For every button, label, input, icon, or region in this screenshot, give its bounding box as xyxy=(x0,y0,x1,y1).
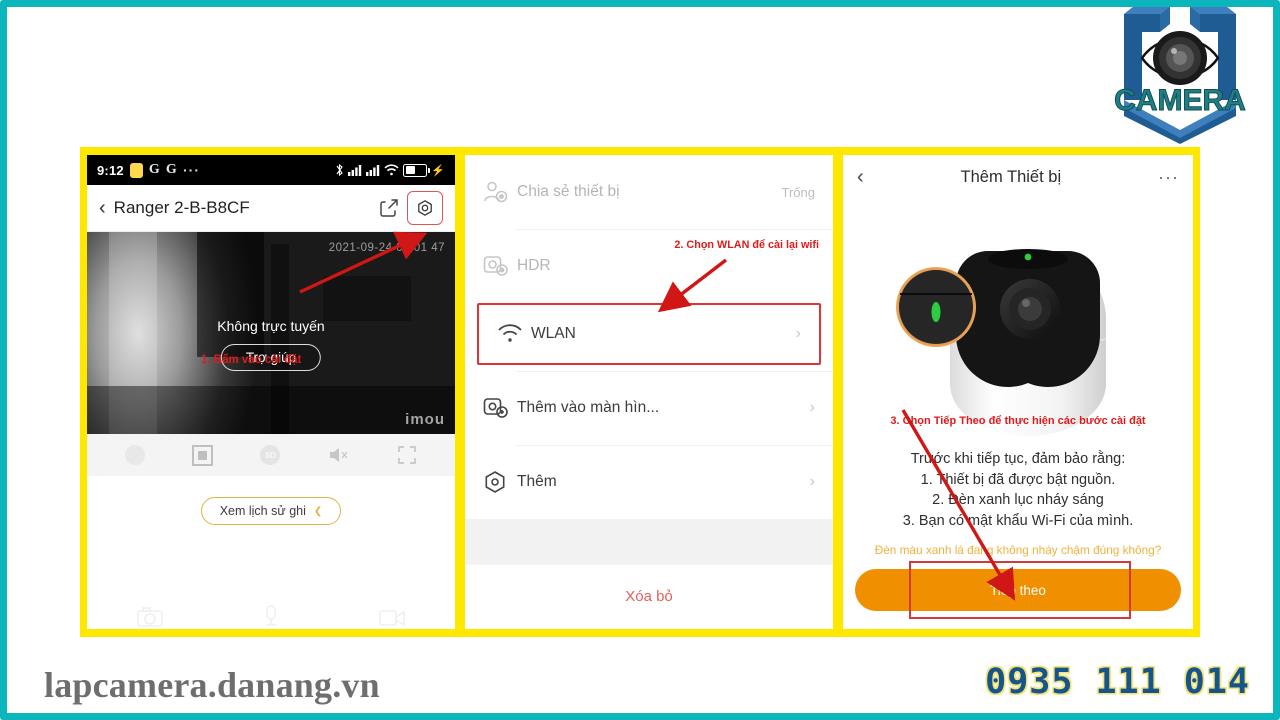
instruction-line: Trước khi tiếp tục, đảm bảo rằng: xyxy=(910,451,1126,467)
screenshot-triptych: 9:12 G G ··· ⚡ ‹ Ranger 2-B-B8CF 2021-09… xyxy=(80,147,1200,637)
share-icon[interactable] xyxy=(379,198,399,218)
add-to-home-icon xyxy=(483,397,517,419)
eye-icon xyxy=(1140,31,1220,85)
status-time: 9:12 xyxy=(97,162,124,178)
mute-speaker-icon[interactable] xyxy=(328,446,350,464)
instruction-line: 2. Đèn xanh lục nháy sáng xyxy=(932,492,1104,509)
row-label: Chia sẻ thiết bị xyxy=(517,183,620,200)
google-icon: G xyxy=(148,162,160,177)
led-question-link[interactable]: Đèn màu xanh lá đang không nháy chậm đún… xyxy=(843,543,1193,557)
annotation-step-2: 2. Chọn WLAN để cài lại wifi xyxy=(674,239,819,251)
next-button-highlight xyxy=(909,561,1131,620)
delete-device-button[interactable]: Xóa bỏ xyxy=(465,565,833,627)
brand-logo: CAMERA xyxy=(1098,4,1262,144)
settings-list: Chia sẻ thiết bị Trống HDR WLAN › Thêm v… xyxy=(465,155,833,519)
google-icon: G xyxy=(165,162,178,177)
fullscreen-icon[interactable] xyxy=(397,445,417,465)
settings-row-add-to-home[interactable]: Thêm vào màn hìn... › xyxy=(465,371,833,445)
bluetooth-icon xyxy=(336,163,343,177)
live-video-thumbnail[interactable]: 2021-09-24 06 01 47 1. Bấm vào cài đặt K… xyxy=(87,232,455,434)
record-dot-icon[interactable] xyxy=(124,445,145,465)
instruction-line: 1. Thiết bị đã được bật nguồn. xyxy=(920,471,1116,488)
video-timestamp: 2021-09-24 06 01 47 xyxy=(328,242,445,254)
video-controls-bar: SD xyxy=(87,434,455,476)
hdr-icon xyxy=(483,255,517,277)
chevron-right-icon: › xyxy=(809,473,815,490)
row-label: Thêm xyxy=(517,473,557,490)
chevron-right-icon: › xyxy=(809,399,815,416)
history-bar: Xem lịch sử ghi ❮ xyxy=(87,476,455,546)
row-value: Trống xyxy=(781,184,815,200)
snapshot-icon[interactable] xyxy=(192,444,214,466)
more-dots-icon: ··· xyxy=(183,162,201,178)
camera-device-graphic xyxy=(896,247,1107,436)
device-title: Ranger 2-B-B8CF xyxy=(113,198,250,217)
wifi-icon xyxy=(497,324,531,344)
page-title: Thêm Thiết bị xyxy=(960,167,1062,186)
settings-row-wlan[interactable]: WLAN › xyxy=(477,303,821,365)
camera-illustration: 3. Chọn Tiếp Theo để thực hiện các bước … xyxy=(843,199,1193,449)
app-bar: ‹ Ranger 2-B-B8CF xyxy=(87,185,455,232)
list-gap xyxy=(465,519,833,565)
phone-screen-live-view: 9:12 G G ··· ⚡ ‹ Ranger 2-B-B8CF 2021-09… xyxy=(87,155,455,629)
phone-screen-add-device: ‹ Thêm Thiết bị ··· 3. Chọn Tiếp Theo để… xyxy=(843,155,1193,629)
instruction-line: 3. Bạn có mật khẩu Wi-Fi của mình. xyxy=(902,512,1134,529)
annotation-step-1: 1. Bấm vào cài đặt xyxy=(201,354,302,366)
led-magnifier-callout xyxy=(896,267,976,347)
view-history-label: Xem lịch sử ghi xyxy=(219,504,306,518)
row-label: WLAN xyxy=(531,325,576,342)
imou-watermark: imou xyxy=(405,411,445,428)
chevron-right-icon: › xyxy=(795,325,801,342)
view-history-button[interactable]: Xem lịch sử ghi ❮ xyxy=(200,497,342,525)
video-clip-icon[interactable] xyxy=(379,607,406,627)
share-device-icon xyxy=(483,181,517,203)
bottom-nav xyxy=(87,585,455,629)
signal-bars-icon xyxy=(348,165,362,176)
more-dots-icon[interactable]: ··· xyxy=(1158,167,1179,188)
more-settings-icon xyxy=(483,470,517,494)
gear-icon[interactable] xyxy=(416,199,434,217)
sim-chip-icon xyxy=(129,162,143,178)
next-button-wrap: Tiếp theo xyxy=(843,561,1193,620)
row-label: HDR xyxy=(517,257,551,274)
logo-text: CAMERA xyxy=(1114,84,1246,117)
settings-row-share-device[interactable]: Chia sẻ thiết bị Trống xyxy=(465,155,833,229)
sd-quality-icon[interactable]: SD xyxy=(260,445,281,465)
microphone-icon[interactable] xyxy=(262,605,280,627)
back-button[interactable]: ‹ xyxy=(857,166,864,189)
camera-icon[interactable] xyxy=(136,607,163,627)
offline-text: Không trực tuyến xyxy=(217,318,325,334)
annotation-step-3: 3. Chọn Tiếp Theo để thực hiện các bước … xyxy=(890,415,1146,427)
chevron-down-icon: ❮ xyxy=(313,505,323,517)
settings-row-more[interactable]: Thêm › xyxy=(465,445,833,519)
row-label: Thêm vào màn hìn... xyxy=(517,399,660,416)
back-button[interactable]: ‹ xyxy=(99,198,106,218)
phone-number-text: 0935 111 014 xyxy=(985,662,1250,702)
phone-screen-device-settings: 2. Chọn WLAN để cài lại wifi Chia sẻ thi… xyxy=(465,155,833,629)
status-bar: 9:12 G G ··· ⚡ xyxy=(87,155,455,185)
settings-button-highlight[interactable] xyxy=(407,191,443,225)
battery-charging-icon xyxy=(403,163,431,177)
signal-bars-icon xyxy=(366,165,380,176)
website-text: lapcamera.danang.vn xyxy=(44,665,380,705)
instructions-block: Trước khi tiếp tục, đảm bảo rằng: 1. Thi… xyxy=(843,449,1193,531)
charging-bolt-icon: ⚡ xyxy=(431,164,445,177)
add-device-header: ‹ Thêm Thiết bị ··· xyxy=(843,155,1193,199)
wifi-icon xyxy=(384,164,399,176)
